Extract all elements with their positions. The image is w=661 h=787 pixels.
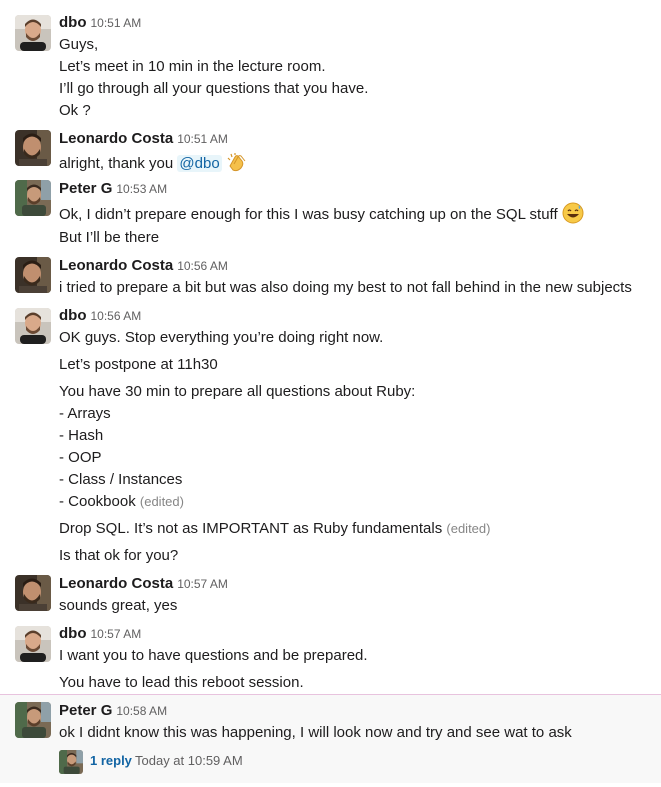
user-name[interactable]: dbo [59,625,87,642]
avatar[interactable] [15,180,51,216]
message-text: Is that ok for you? [59,547,179,564]
message-text-content: - Cookbook [59,493,136,510]
avatar[interactable] [15,626,51,662]
timestamp[interactable]: 10:56 AM [177,259,228,273]
timestamp[interactable]: 10:57 AM [177,577,228,591]
avatar[interactable] [15,257,51,293]
message-text: - Cookbook (edited) [59,493,184,510]
timestamp[interactable]: 10:58 AM [116,704,167,718]
thread-reply-count-link[interactable]: 1 reply [90,753,132,768]
user-name[interactable]: dbo [59,14,87,31]
message-text: Ok, I didn’t prepare enough for this I w… [59,202,584,228]
edited-label: (edited) [446,521,491,536]
message-text: i tried to prepare a bit but was also do… [59,279,632,296]
timestamp[interactable]: 10:57 AM [91,627,142,641]
avatar[interactable] [15,308,51,344]
message-text: - Class / Instances [59,471,183,488]
message-text: I want you to have questions and be prep… [59,647,368,664]
message-text-prefix: alright, thank you [59,154,174,172]
user-name[interactable]: Leonardo Costa [59,575,173,592]
user-name[interactable]: Peter G [59,702,112,719]
thread-reply-avatar[interactable] [59,750,83,774]
message-text: Let’s postpone at 11h30 [59,356,218,373]
user-mention[interactable]: @dbo [177,154,222,172]
timestamp[interactable]: 10:51 AM [91,16,142,30]
message-text: You have 30 min to prepare all questions… [59,383,416,400]
message-text: - OOP [59,449,102,466]
avatar[interactable] [15,130,51,166]
message-text: I’ll go through all your questions that … [59,80,369,97]
avatar[interactable] [15,15,51,51]
timestamp[interactable]: 10:53 AM [116,182,167,196]
message-text: You have to lead this reboot session. [59,674,304,691]
clapping-hands-emoji-icon [226,152,248,176]
message-text: - Hash [59,427,104,444]
message-text: Let’s meet in 10 min in the lecture room… [59,58,326,75]
message-text-content: Ok, I didn’t prepare enough for this I w… [59,205,558,223]
avatar[interactable] [15,575,51,611]
user-name[interactable]: dbo [59,307,87,324]
message-text: But I’ll be there [59,229,160,246]
message-text-content: Drop SQL. It’s not as IMPORTANT as Ruby … [59,520,443,537]
edited-label: (edited) [139,494,184,509]
timestamp[interactable]: 10:51 AM [177,132,228,146]
user-name[interactable]: Peter G [59,180,112,197]
message-text: Drop SQL. It’s not as IMPORTANT as Ruby … [59,520,490,537]
message-text: Guys, [59,36,99,53]
message-text: OK guys. Stop everything you’re doing ri… [59,329,384,346]
message-text: sounds great, yes [59,597,178,614]
user-name[interactable]: Leonardo Costa [59,130,173,147]
message-text: - Arrays [59,405,111,422]
timestamp[interactable]: 10:56 AM [91,309,142,323]
message-text: ok I didnt know this was happening, I wi… [59,724,572,741]
grinning-sweat-emoji-icon [562,202,584,228]
user-name[interactable]: Leonardo Costa [59,257,173,274]
avatar[interactable] [15,702,51,738]
message-text: Ok ? [59,102,91,119]
thread-last-reply-time: Today at 10:59 AM [135,753,243,768]
message-text: alright, thank you @dbo [59,152,248,176]
